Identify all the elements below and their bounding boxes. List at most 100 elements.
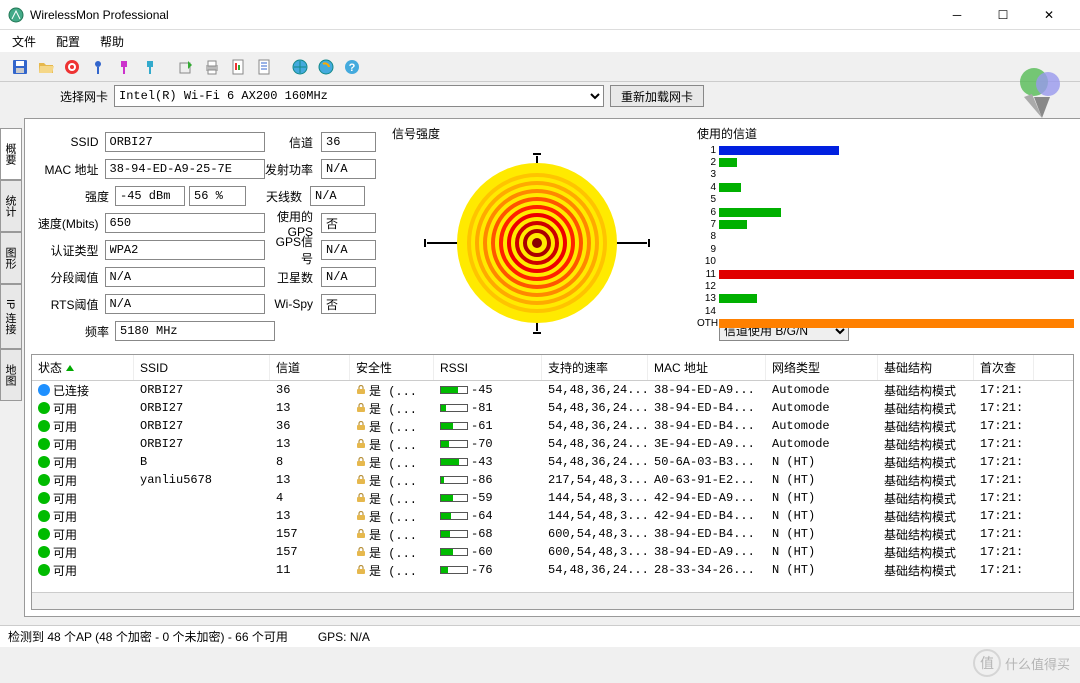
table-row[interactable]: 可用B8是 (... -4354,48,36,24...50-6A-03-B3.… — [32, 453, 1073, 471]
wispy-field[interactable] — [321, 294, 376, 314]
cell-mac: 42-94-ED-A9... — [648, 491, 766, 505]
target-icon[interactable] — [60, 55, 84, 79]
txpower-field[interactable] — [321, 159, 376, 179]
gps-signal-field[interactable] — [321, 240, 376, 260]
export1-icon[interactable] — [174, 55, 198, 79]
table-row[interactable]: 可用4是 (... -59144,54,48,3...42-94-ED-A9..… — [32, 489, 1073, 507]
list-icon[interactable] — [252, 55, 276, 79]
menu-config[interactable]: 配置 — [52, 31, 84, 52]
globe-refresh-icon[interactable] — [314, 55, 338, 79]
menu-file[interactable]: 文件 — [8, 31, 40, 52]
satellites-field[interactable] — [321, 267, 376, 287]
cell-nettype: N (HT) — [766, 527, 878, 541]
rssi-bar-icon — [440, 386, 468, 394]
table-row[interactable]: 可用ORBI2713是 (... -7054,48,36,24...3E-94-… — [32, 435, 1073, 453]
help-icon[interactable]: ? — [340, 55, 364, 79]
antenna-field[interactable] — [310, 186, 365, 206]
th-channel[interactable]: 信道 — [270, 355, 350, 380]
minimize-button[interactable]: ─ — [934, 0, 980, 30]
th-rate[interactable]: 支持的速率 — [542, 355, 648, 380]
channel-title: 使用的信道 — [697, 125, 1074, 142]
cell-rate: 54,48,36,24... — [542, 419, 648, 433]
cell-security: 是 (... — [350, 400, 434, 417]
nic-label: 选择网卡 — [60, 88, 108, 105]
globe-icon[interactable] — [288, 55, 312, 79]
tab-summary[interactable]: 概要 — [0, 128, 22, 180]
cell-infra: 基础结构模式 — [878, 472, 974, 489]
cell-rate: 54,48,36,24... — [542, 401, 648, 415]
strength-field[interactable] — [115, 186, 185, 206]
cell-status: 可用 — [32, 454, 134, 471]
close-button[interactable]: ✕ — [1026, 0, 1072, 30]
frag-field[interactable] — [105, 267, 265, 287]
cell-nettype: Automode — [766, 419, 878, 433]
status-dot-icon — [38, 546, 50, 558]
table-row[interactable]: 可用11是 (... -7654,48,36,24...28-33-34-26.… — [32, 561, 1073, 579]
cell-channel: 13 — [270, 437, 350, 451]
tab-stats[interactable]: 统计 — [0, 180, 22, 232]
cell-rssi: -61 — [434, 419, 542, 433]
cell-time: 17:21: — [974, 563, 1034, 577]
cell-security: 是 (... — [350, 382, 434, 399]
rts-field[interactable] — [105, 294, 265, 314]
table-row[interactable]: 可用ORBI2713是 (... -8154,48,36,24...38-94-… — [32, 399, 1073, 417]
th-mac[interactable]: MAC 地址 — [648, 355, 766, 380]
cell-mac: 38-94-ED-B4... — [648, 419, 766, 433]
side-tabs: 概要 统计 图形 IP 连接 地图 — [0, 110, 22, 625]
menu-help[interactable]: 帮助 — [96, 31, 128, 52]
table-row[interactable]: 可用yanliu567813是 (... -86217,54,48,3...A0… — [32, 471, 1073, 489]
nic-select[interactable]: Intel(R) Wi-Fi 6 AX200 160MHz — [114, 85, 604, 107]
channel-number: 1 — [697, 145, 719, 156]
cell-channel: 13 — [270, 473, 350, 487]
table-row[interactable]: 已连接ORBI2736是 (... -4554,48,36,24...38-94… — [32, 381, 1073, 399]
table-row[interactable]: 可用ORBI2736是 (... -6154,48,36,24...38-94-… — [32, 417, 1073, 435]
th-nettype[interactable]: 网络类型 — [766, 355, 878, 380]
table-row[interactable]: 可用157是 (... -60600,54,48,3...38-94-ED-A9… — [32, 543, 1073, 561]
table-row[interactable]: 可用13是 (... -64144,54,48,3...42-94-ED-B4.… — [32, 507, 1073, 525]
antenna1-icon[interactable] — [86, 55, 110, 79]
channel-bar — [719, 183, 741, 192]
th-rssi[interactable]: RSSI — [434, 355, 542, 380]
channel-field[interactable] — [321, 132, 376, 152]
cell-security: 是 (... — [350, 454, 434, 471]
channel-number: 11 — [697, 269, 719, 280]
watermark: 值 什么值得买 — [973, 649, 1070, 677]
ssid-field[interactable] — [105, 132, 265, 152]
freq-field[interactable] — [115, 321, 275, 341]
freq-label: 频率 — [31, 323, 115, 340]
horizontal-scrollbar[interactable] — [32, 592, 1073, 609]
lock-icon — [356, 421, 366, 431]
signal-strength-panel: 信号强度 — [384, 125, 689, 350]
antenna3-icon[interactable] — [138, 55, 162, 79]
mac-field[interactable] — [105, 159, 265, 179]
save-icon[interactable] — [8, 55, 32, 79]
rssi-bar-icon — [440, 440, 468, 448]
th-time[interactable]: 首次查 — [974, 355, 1034, 380]
antenna2-icon[interactable] — [112, 55, 136, 79]
lock-icon — [356, 547, 366, 557]
tab-ipconn[interactable]: IP 连接 — [0, 284, 22, 349]
cell-status: 可用 — [32, 562, 134, 579]
speed-field[interactable] — [105, 213, 265, 233]
print-icon[interactable] — [200, 55, 224, 79]
open-icon[interactable] — [34, 55, 58, 79]
lock-icon — [356, 511, 366, 521]
reload-nic-button[interactable]: 重新加载网卡 — [610, 85, 704, 107]
tab-map[interactable]: 地图 — [0, 349, 22, 401]
gps-used-field[interactable] — [321, 213, 376, 233]
strength-pct-field[interactable] — [189, 186, 246, 206]
tab-graph[interactable]: 图形 — [0, 232, 22, 284]
table-row[interactable]: 可用157是 (... -68600,54,48,3...38-94-ED-B4… — [32, 525, 1073, 543]
lock-icon — [356, 403, 366, 413]
txpower-label: 发射功率 — [265, 161, 317, 178]
maximize-button[interactable]: ☐ — [980, 0, 1026, 30]
th-ssid[interactable]: SSID — [134, 355, 270, 380]
th-infra[interactable]: 基础结构 — [878, 355, 974, 380]
cell-rate: 600,54,48,3... — [542, 545, 648, 559]
report-icon[interactable] — [226, 55, 250, 79]
status-dot-icon — [38, 420, 50, 432]
connection-fields: SSID信道 MAC 地址发射功率 强度天线数 速度(Mbits)使用的GPS … — [31, 125, 376, 350]
auth-field[interactable] — [105, 240, 265, 260]
th-status[interactable]: 状态 — [32, 355, 134, 380]
th-security[interactable]: 安全性 — [350, 355, 434, 380]
